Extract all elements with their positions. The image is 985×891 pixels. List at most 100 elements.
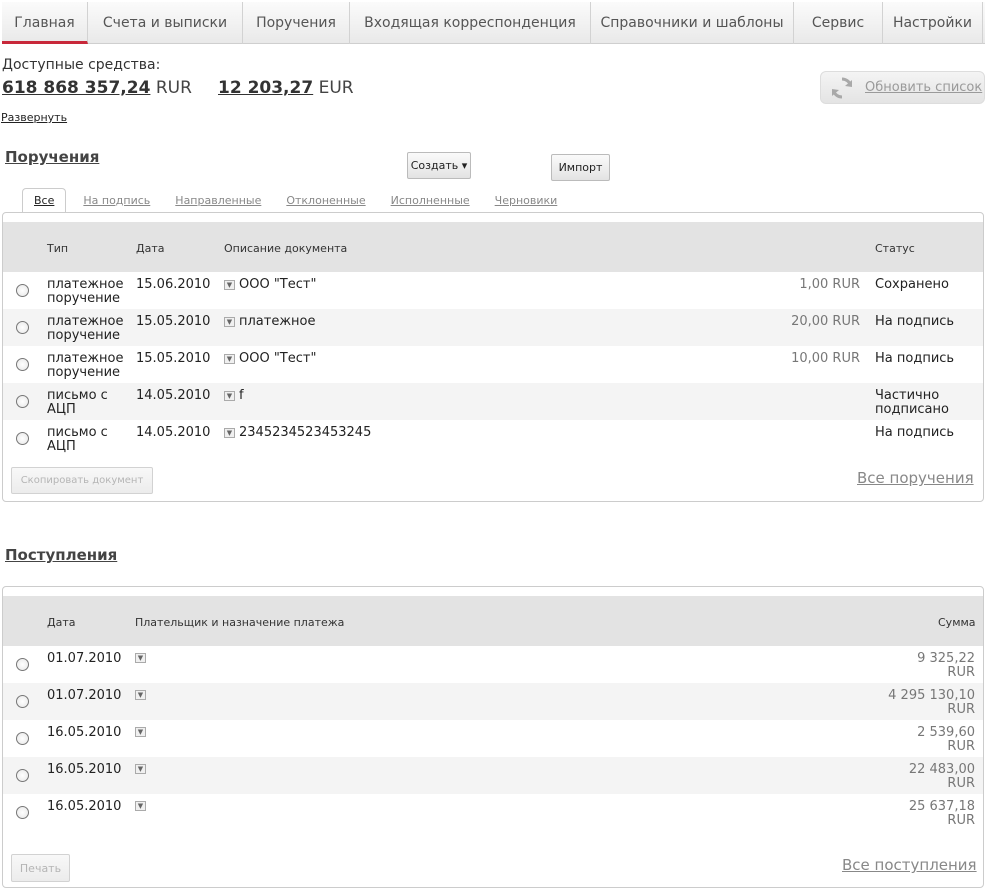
table-row[interactable]: 01.07.2010 ▼ 4 295 130,10 RUR — [3, 683, 983, 720]
expand-arrow-icon[interactable]: ▼ — [135, 764, 146, 774]
row-radio-button[interactable] — [16, 395, 29, 408]
orders-tab[interactable]: Исполненные — [391, 194, 470, 213]
all-income-link[interactable]: Все поступления — [842, 856, 977, 874]
expand-arrow-icon[interactable]: ▼ — [135, 653, 146, 663]
row-amount: 1,00 RUR — [799, 277, 860, 292]
funds-eur: 12 203,27 EUR — [218, 78, 354, 98]
table-row[interactable]: письмо с АЦП 14.05.2010 ▼ f Частично подписа… — [3, 383, 983, 420]
nav-item[interactable]: Поручения — [243, 2, 350, 44]
row-description: ▼ ООО "Тест" — [224, 352, 316, 366]
row-radio-button[interactable] — [16, 806, 29, 819]
print-button[interactable]: Печать — [11, 854, 70, 882]
funds-label: Доступные средства: — [2, 57, 161, 73]
row-radio-button[interactable] — [16, 732, 29, 745]
row-radio-button[interactable] — [16, 358, 29, 371]
row-date: 16.05.2010 — [47, 725, 122, 740]
row-description-text: ООО "Тест" — [239, 351, 317, 366]
row-sum-currency: RUR — [947, 813, 975, 828]
row-date: 16.05.2010 — [47, 762, 122, 777]
row-sum-value: 4 295 130,10 — [888, 688, 975, 703]
expand-arrow-icon[interactable]: ▼ — [224, 317, 235, 327]
orders-tab[interactable]: На подпись — [83, 194, 150, 213]
row-radio-button[interactable] — [16, 432, 29, 445]
row-radio-button[interactable] — [16, 658, 29, 671]
row-date: 16.05.2010 — [47, 799, 122, 814]
row-sum: 4 295 130,10 RUR — [783, 689, 975, 717]
row-status: Частично подписано — [875, 388, 949, 417]
expand-arrow-icon[interactable]: ▼ — [135, 727, 146, 737]
row-type: платежное поручение — [47, 314, 124, 343]
expand-arrow-icon[interactable]: ▼ — [224, 280, 235, 290]
eur-currency: EUR — [318, 78, 354, 98]
refresh-list-button[interactable]: Обновить список — [820, 71, 985, 104]
row-sum: 25 637,18 RUR — [783, 800, 975, 828]
row-description: ▼ ООО "Тест" — [224, 278, 316, 292]
row-type: письмо с АЦП — [47, 388, 108, 417]
expand-arrow-icon[interactable]: ▼ — [224, 354, 235, 364]
refresh-label: Обновить список — [865, 80, 983, 95]
all-orders-link[interactable]: Все поручения — [857, 469, 974, 487]
row-type: письмо с АЦП — [47, 425, 108, 454]
nav-item[interactable]: Справочники и шаблоны — [591, 2, 794, 44]
row-radio-button[interactable] — [16, 695, 29, 708]
rur-amount[interactable]: 618 868 357,24 — [2, 78, 150, 98]
table-row[interactable]: 16.05.2010 ▼ 25 637,18 RUR — [3, 794, 983, 831]
row-description: ▼ f — [224, 389, 244, 403]
row-sum-currency: RUR — [947, 776, 975, 791]
row-radio-button[interactable] — [16, 284, 29, 297]
orders-tab[interactable]: Направленные — [175, 194, 261, 213]
expand-arrow-icon[interactable]: ▼ — [224, 391, 235, 401]
nav-item[interactable]: Настройки — [883, 2, 983, 44]
table-row[interactable]: 01.07.2010 ▼ 9 325,22 RUR — [3, 646, 983, 683]
table-row[interactable]: платежное поручение 15.06.2010 ▼ ООО "Тест"… — [3, 272, 983, 309]
row-date: 15.05.2010 — [136, 351, 211, 366]
create-button[interactable]: Создать ▾ — [407, 152, 471, 179]
header-sum: Сумма — [938, 616, 976, 629]
nav-item[interactable]: Счета и выписки — [88, 2, 243, 44]
refresh-icon — [832, 76, 852, 99]
row-description-text: f — [239, 388, 244, 403]
expand-arrow-icon[interactable]: ▼ — [135, 801, 146, 811]
orders-tab[interactable]: Черновики — [495, 194, 558, 213]
income-panel: Дата Плательщик и назначение платежа Сум… — [2, 586, 984, 888]
main-nav: Главная Счета и выписки Поручения Входящая … — [2, 2, 985, 44]
table-row[interactable]: 16.05.2010 ▼ 22 483,00 RUR — [3, 757, 983, 794]
income-title[interactable]: Поступления — [5, 546, 117, 564]
row-sum-currency: RUR — [947, 665, 975, 680]
row-date: 15.06.2010 — [136, 277, 211, 292]
orders-tab[interactable]: Отклоненные — [286, 194, 365, 213]
row-date: 15.05.2010 — [136, 314, 211, 329]
header-description: Описание документа — [224, 242, 348, 255]
orders-title[interactable]: Поручения — [5, 148, 99, 166]
row-sum-value: 2 539,60 — [917, 725, 975, 740]
eur-amount[interactable]: 12 203,27 — [218, 78, 313, 98]
table-row[interactable]: платежное поручение 15.05.2010 ▼ ООО "Тест"… — [3, 346, 983, 383]
nav-item[interactable]: Входящая корреспонденция — [350, 2, 591, 44]
header-payer: Плательщик и назначение платежа — [135, 616, 345, 629]
row-sum-value: 9 325,22 — [917, 651, 975, 666]
orders-tab[interactable]: Все — [22, 188, 67, 214]
table-row[interactable]: платежное поручение 15.05.2010 ▼ платежное 2… — [3, 309, 983, 346]
row-sum: 22 483,00 RUR — [783, 763, 975, 791]
row-sum: 9 325,22 RUR — [783, 652, 975, 680]
nav-item[interactable]: Сервис — [794, 2, 883, 44]
orders-tabs: Все На подпись Направленные Отклоненные Испо… — [22, 188, 582, 214]
row-status: Сохранено — [875, 277, 949, 292]
row-date: 14.05.2010 — [136, 388, 211, 403]
table-row[interactable]: 16.05.2010 ▼ 2 539,60 RUR — [3, 720, 983, 757]
table-row[interactable]: письмо с АЦП 14.05.2010 ▼ 2345234523453245 Н… — [3, 420, 983, 457]
copy-document-button[interactable]: Скопировать документ — [11, 467, 153, 494]
row-radio-button[interactable] — [16, 769, 29, 782]
expand-link[interactable]: Развернуть — [1, 111, 67, 124]
nav-item[interactable]: Главная — [2, 2, 88, 44]
orders-panel: Тип Дата Описание документа Статус плате… — [2, 212, 984, 502]
expand-arrow-icon[interactable]: ▼ — [135, 690, 146, 700]
row-radio-button[interactable] — [16, 321, 29, 334]
row-date: 01.07.2010 — [47, 651, 122, 666]
header-date: Дата — [47, 616, 76, 629]
row-sum-currency: RUR — [947, 702, 975, 717]
row-sum-value: 25 637,18 — [908, 799, 975, 814]
expand-arrow-icon[interactable]: ▼ — [224, 428, 235, 438]
header-status: Статус — [875, 242, 915, 255]
import-button[interactable]: Импорт — [551, 154, 610, 181]
